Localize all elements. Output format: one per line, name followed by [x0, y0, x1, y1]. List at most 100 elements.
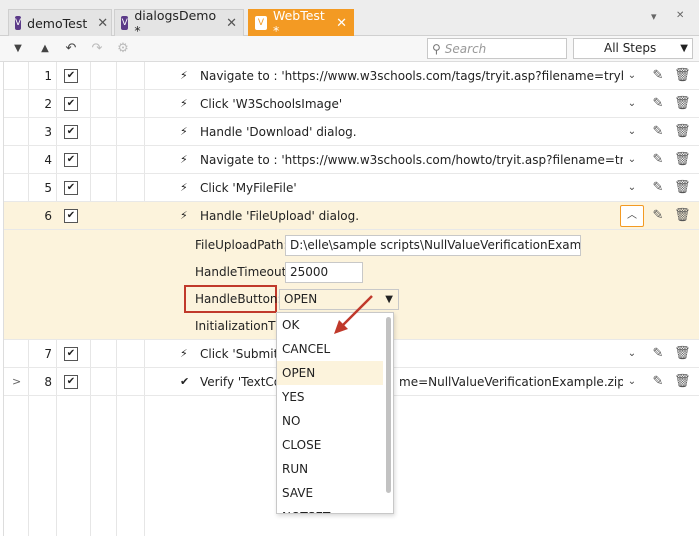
- table-row[interactable]: 1 ✔ ⚡ Navigate to : 'https://www.w3schoo…: [4, 62, 699, 90]
- step-enabled-checkbox[interactable]: ✔: [64, 69, 78, 83]
- delete-icon[interactable]: 🗑: [674, 146, 690, 174]
- table-row[interactable]: 3 ✔ ⚡ Handle 'Download' dialog. ⌄ ✎ 🗑: [4, 118, 699, 146]
- handle-timeout-input[interactable]: 25000: [285, 262, 363, 283]
- move-down-icon[interactable]: ▼: [9, 40, 27, 58]
- action-icon: ⚡: [180, 209, 188, 222]
- chevron-down-icon[interactable]: ⌄: [624, 340, 640, 368]
- close-all-icon[interactable]: ✕: [676, 10, 684, 21]
- step-number: 5: [44, 181, 52, 195]
- delete-icon[interactable]: 🗑: [674, 202, 690, 230]
- table-row[interactable]: 5 ✔ ⚡ Click 'MyFileFile' ⌄ ✎ 🗑: [4, 174, 699, 202]
- step-description: Click 'Submit': [200, 347, 282, 361]
- step-enabled-checkbox[interactable]: ✔: [64, 181, 78, 195]
- chevron-right-icon[interactable]: >: [12, 368, 24, 396]
- annotation-arrow-icon: [334, 295, 373, 334]
- chevron-down-icon[interactable]: ⌄: [624, 90, 640, 118]
- close-icon[interactable]: ✕: [336, 16, 347, 31]
- redo-icon[interactable]: ↷: [88, 40, 106, 58]
- step-number: 8: [44, 375, 52, 389]
- initialization-label: InitializationTim: [195, 319, 277, 333]
- test-file-icon: V: [121, 16, 129, 30]
- close-icon[interactable]: ✕: [226, 16, 237, 31]
- tab-demotest[interactable]: V demoTest ✕: [8, 9, 112, 36]
- step-enabled-checkbox[interactable]: ✔: [64, 125, 78, 139]
- edit-icon[interactable]: ✎: [650, 90, 666, 118]
- chevron-down-icon[interactable]: ⌄: [624, 174, 640, 202]
- scrollbar-thumb[interactable]: [386, 317, 391, 493]
- delete-icon[interactable]: 🗑: [674, 340, 690, 368]
- chevron-down-icon: ▼: [385, 294, 393, 305]
- action-icon: ⚡: [180, 97, 188, 110]
- step-number: 6: [44, 209, 52, 223]
- edit-icon[interactable]: ✎: [650, 62, 666, 90]
- handle-button-label: HandleButton:: [195, 292, 282, 306]
- search-placeholder: Search: [444, 41, 487, 56]
- option-cancel[interactable]: CANCEL: [277, 337, 383, 361]
- delete-icon[interactable]: 🗑: [674, 62, 690, 90]
- option-no[interactable]: NO: [277, 409, 383, 433]
- option-open[interactable]: OPEN: [277, 361, 383, 385]
- step-description: Click 'W3SchoolsImage': [200, 97, 343, 111]
- delete-icon[interactable]: 🗑: [674, 118, 690, 146]
- chevron-down-icon[interactable]: ⌄: [624, 62, 640, 90]
- edit-icon[interactable]: ✎: [650, 368, 666, 396]
- steps-filter-select[interactable]: All Steps ▼: [573, 38, 693, 59]
- undo-icon[interactable]: ↶: [62, 40, 80, 58]
- step-number: 2: [44, 97, 52, 111]
- tab-list-icon[interactable]: ▾: [651, 10, 657, 23]
- handle-timeout-label: HandleTimeout:: [195, 265, 291, 279]
- action-icon: ⚡: [180, 69, 188, 82]
- test-file-icon: V: [15, 16, 22, 30]
- chevron-down-icon[interactable]: ⌄: [624, 146, 640, 174]
- collapse-button[interactable]: ︿: [620, 205, 644, 227]
- file-upload-path-label: FileUploadPath:: [195, 238, 288, 252]
- toolbar: ▼ ▲ ↶ ↷ ⚙ ⚲ Search All Steps ▼: [0, 36, 699, 62]
- option-run[interactable]: RUN: [277, 457, 383, 481]
- tab-label: WebTest *: [272, 8, 325, 38]
- verify-check-icon: ✔: [180, 375, 190, 388]
- edit-icon[interactable]: ✎: [650, 146, 666, 174]
- step-number: 4: [44, 153, 52, 167]
- step-description: Handle 'FileUpload' dialog.: [200, 209, 360, 223]
- file-upload-path-input[interactable]: D:\elle\sample scripts\NullValueVerifica…: [285, 235, 581, 256]
- step-enabled-checkbox[interactable]: ✔: [64, 97, 78, 111]
- option-notset[interactable]: NOTSET: [277, 505, 383, 513]
- table-row-selected[interactable]: 6 ✔ ⚡ Handle 'FileUpload' dialog. ︿ ✎ 🗑: [4, 202, 699, 230]
- delete-icon[interactable]: 🗑: [674, 174, 690, 202]
- move-up-icon[interactable]: ▲: [36, 40, 54, 58]
- step-description: Verify 'TextCon: [200, 375, 280, 389]
- handle-button-options-list[interactable]: OK CANCEL OPEN YES NO CLOSE RUN SAVE NOT…: [276, 312, 394, 514]
- delete-icon[interactable]: 🗑: [674, 90, 690, 118]
- step-enabled-checkbox[interactable]: ✔: [64, 347, 78, 361]
- search-icon: ⚲: [432, 41, 441, 56]
- edit-icon[interactable]: ✎: [650, 202, 666, 230]
- step-number: 1: [44, 69, 52, 83]
- tools-icon[interactable]: ⚙: [114, 40, 132, 58]
- edit-icon[interactable]: ✎: [650, 174, 666, 202]
- step-enabled-checkbox[interactable]: ✔: [64, 153, 78, 167]
- step-enabled-checkbox[interactable]: ✔: [64, 375, 78, 389]
- table-row[interactable]: 4 ✔ ⚡ Navigate to : 'https://www.w3schoo…: [4, 146, 699, 174]
- action-icon: ⚡: [180, 347, 188, 360]
- step-enabled-checkbox[interactable]: ✔: [64, 209, 78, 223]
- option-yes[interactable]: YES: [277, 385, 383, 409]
- action-icon: ⚡: [180, 125, 188, 138]
- edit-icon[interactable]: ✎: [650, 118, 666, 146]
- chevron-down-icon[interactable]: ⌄: [624, 368, 640, 396]
- tab-webtest[interactable]: V WebTest * ✕: [248, 8, 354, 38]
- option-save[interactable]: SAVE: [277, 481, 383, 505]
- action-icon: ⚡: [180, 153, 188, 166]
- edit-icon[interactable]: ✎: [650, 340, 666, 368]
- action-icon: ⚡: [180, 181, 188, 194]
- tab-dialogsdemo[interactable]: V dialogsDemo * ✕: [114, 8, 244, 38]
- delete-icon[interactable]: 🗑: [674, 368, 690, 396]
- chevron-down-icon: ▼: [680, 43, 688, 54]
- table-row[interactable]: 2 ✔ ⚡ Click 'W3SchoolsImage' ⌄ ✎ 🗑: [4, 90, 699, 118]
- search-input[interactable]: ⚲ Search: [427, 38, 567, 59]
- option-close[interactable]: CLOSE: [277, 433, 383, 457]
- step-description: Click 'MyFileFile': [200, 181, 297, 195]
- tab-label: demoTest: [27, 15, 88, 31]
- chevron-down-icon[interactable]: ⌄: [624, 118, 640, 146]
- close-icon[interactable]: ✕: [97, 16, 108, 31]
- handle-button-value: OPEN: [284, 292, 318, 306]
